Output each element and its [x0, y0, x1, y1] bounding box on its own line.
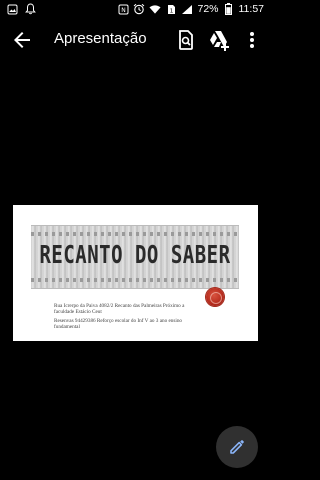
back-button[interactable]: [10, 28, 34, 52]
battery-icon: [223, 3, 235, 15]
svg-text:1: 1: [170, 8, 174, 14]
sim-icon: 1: [165, 3, 177, 15]
pencil-icon: [230, 440, 244, 454]
status-bar: N 1 72% 11:57: [0, 0, 270, 20]
signal-icon: [181, 3, 193, 15]
arrow-back-icon: [14, 32, 30, 48]
edit-fab-button[interactable]: [216, 426, 258, 468]
gallery-notification-icon: [6, 3, 18, 15]
slide-phone-text: Resenvas 94429386 Reforço escolar do Inf…: [54, 318, 183, 330]
more-options-button[interactable]: [242, 28, 262, 52]
battery-percent: 72%: [197, 3, 219, 15]
app-bar: Apresentação: [0, 20, 270, 60]
wifi-icon: [149, 3, 162, 15]
search-document-button[interactable]: [174, 28, 198, 52]
slide-title: RECANTO DO SABER: [39, 240, 231, 270]
status-bar-right: N 1 72% 11:57: [117, 3, 264, 15]
title-banner: RECANTO DO SABER: [31, 225, 239, 289]
bell-icon: [24, 3, 36, 15]
status-bar-left: [6, 3, 36, 15]
slide-address-text: Rua Icrerpo da Paiva 4082/2 Recanto das …: [54, 303, 185, 315]
drive-add-icon: [210, 31, 229, 51]
page-title: Apresentação: [54, 30, 147, 47]
alarm-icon: [133, 3, 145, 15]
clock: 11:57: [238, 3, 265, 15]
nfc-icon: N: [117, 3, 129, 15]
slide-preview[interactable]: RECANTO DO SABER Rua Icrerpo da Paiva 40…: [13, 205, 258, 341]
svg-text:N: N: [121, 7, 126, 14]
search-icon: [179, 30, 193, 50]
seal-icon: [206, 288, 224, 306]
more-vert-icon: [250, 32, 254, 48]
add-to-drive-button[interactable]: [207, 28, 231, 52]
